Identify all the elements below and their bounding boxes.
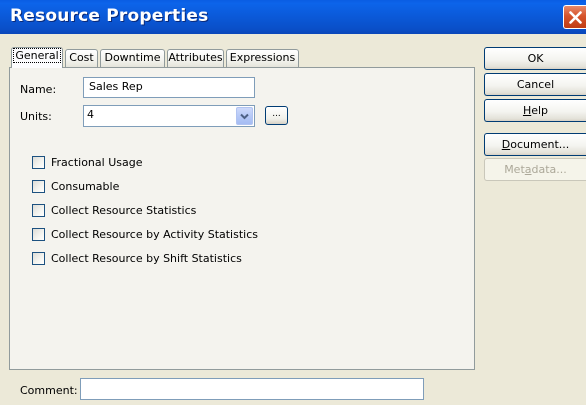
comment-label: Comment: [20,384,78,397]
tab-attributes[interactable]: Attributes [167,49,224,67]
consumable-checkbox[interactable] [32,180,45,193]
ok-button[interactable]: OK [484,47,586,70]
collect-resource-activity-statistics-checkbox[interactable] [32,228,45,241]
units-combobox[interactable]: 4 [83,105,255,127]
name-input-value: Sales Rep [89,80,143,93]
metadata-button-label: data... [531,163,567,176]
tab-attributes-label: Attributes [168,51,223,64]
title-bar[interactable]: Resource Properties [0,0,586,34]
cancel-button[interactable]: Cancel [484,73,586,96]
help-button[interactable]: Help [484,99,586,122]
tab-expressions-label: Expressions [229,51,296,64]
tab-downtime-label: Downtime [104,51,161,64]
tab-cost[interactable]: Cost [65,49,98,67]
tab-expressions[interactable]: Expressions [226,49,299,67]
units-label: Units: [20,110,52,123]
metadata-button: Metadata... [484,158,586,181]
metadata-button-prefix: Met [504,163,525,176]
units-combobox-value: 4 [87,108,94,121]
name-input[interactable]: Sales Rep [83,77,255,98]
close-icon [569,11,582,24]
collect-resource-shift-statistics-label: Collect Resource by Shift Statistics [51,252,242,265]
collect-resource-shift-statistics-checkbox[interactable] [32,252,45,265]
fractional-usage-checkbox[interactable] [32,156,45,169]
name-label: Name: [20,83,57,96]
document-button-label: ocument... [510,138,570,151]
close-button[interactable] [563,5,586,29]
help-button-label: elp [531,104,549,117]
units-browse-label: ... [272,109,281,119]
fractional-usage-label: Fractional Usage [51,156,143,169]
units-browse-button[interactable]: ... [265,106,288,125]
document-button[interactable]: Document... [484,133,586,156]
window-title: Resource Properties [10,6,209,26]
consumable-label: Consumable [51,180,120,193]
ok-button-label: OK [527,52,544,65]
chevron-down-icon [240,113,249,120]
tab-general-label: General [13,48,61,63]
comment-input[interactable] [80,378,424,400]
units-dropdown-button[interactable] [236,107,253,125]
collect-resource-statistics-label: Collect Resource Statistics [51,204,197,217]
tab-cost-label: Cost [69,51,94,64]
collect-resource-statistics-checkbox[interactable] [32,204,45,217]
cancel-button-label: Cancel [516,78,555,91]
tab-downtime[interactable]: Downtime [100,49,165,67]
help-button-mnemonic: H [522,104,532,117]
tab-general[interactable]: General [11,47,63,68]
general-tab-panel: Name: Sales Rep Units: 4 ... Fractional … [9,67,475,370]
document-button-mnemonic: D [501,138,511,151]
collect-resource-activity-statistics-label: Collect Resource by Activity Statistics [51,228,258,241]
metadata-button-mnemonic: a [524,163,532,176]
